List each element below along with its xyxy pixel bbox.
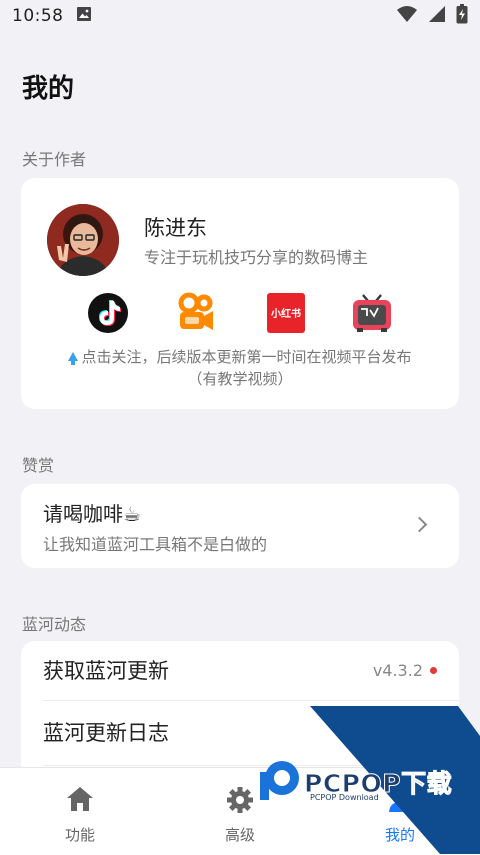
follow-hint: 点击关注，后续版本更新第一时间在视频平台发布 bbox=[21, 346, 459, 367]
signal-icon bbox=[428, 5, 446, 27]
coffee-reward-item[interactable]: 请喝咖啡☕ 让我知道蓝河工具箱不是白做的 bbox=[21, 484, 459, 568]
battery-icon bbox=[456, 4, 468, 28]
chevron-right-icon bbox=[411, 516, 428, 533]
wifi-icon bbox=[396, 5, 418, 27]
section-label-reward: 赞赏 bbox=[22, 456, 55, 475]
bilibili-icon[interactable] bbox=[351, 292, 393, 334]
platform-links: 小红书 bbox=[21, 292, 459, 338]
status-bar: 10:58 bbox=[0, 0, 480, 32]
pcpop-logo-icon bbox=[258, 758, 302, 802]
section-label-updates: 蓝河动态 bbox=[22, 615, 87, 634]
svg-text:小红书: 小红书 bbox=[270, 307, 301, 320]
author-name: 陈进东 bbox=[144, 216, 207, 240]
author-avatar[interactable] bbox=[47, 204, 119, 276]
get-update-label: 获取蓝河更新 bbox=[43, 659, 169, 683]
kuaishou-icon[interactable] bbox=[175, 292, 217, 334]
author-card: 陈进东 专注于玩机技巧分享的数码博主 小红书 点击关注，后续版本更新第一时间在视… bbox=[21, 178, 459, 409]
status-time: 10:58 bbox=[12, 6, 64, 26]
gallery-notification-icon bbox=[76, 6, 92, 26]
nav-label-features: 功能 bbox=[64, 826, 95, 844]
douyin-icon[interactable] bbox=[87, 292, 129, 334]
xiaohongshu-icon[interactable]: 小红书 bbox=[265, 292, 307, 334]
nav-label-advanced: 高级 bbox=[224, 826, 255, 844]
arrow-up-icon bbox=[68, 352, 79, 365]
follow-hint-text: 点击关注，后续版本更新第一时间在视频平台发布 bbox=[81, 348, 412, 366]
version-label: v4.3.2 bbox=[372, 661, 423, 680]
follow-hint-note: （有教学视频） bbox=[187, 370, 293, 388]
home-icon bbox=[62, 784, 98, 814]
watermark-sub: PCPOP Download bbox=[310, 793, 379, 802]
page-title: 我的 bbox=[22, 74, 75, 104]
get-update-item[interactable]: 获取蓝河更新 v4.3.2 bbox=[21, 641, 459, 701]
gear-icon bbox=[222, 784, 258, 814]
update-badge-dot bbox=[430, 667, 437, 674]
changelog-label: 蓝河更新日志 bbox=[43, 721, 169, 745]
reward-title: 请喝咖啡☕ bbox=[43, 502, 141, 526]
author-description: 专注于玩机技巧分享的数码博主 bbox=[144, 248, 369, 267]
reward-subtitle: 让我知道蓝河工具箱不是白做的 bbox=[43, 535, 268, 554]
nav-tab-features[interactable]: 功能 bbox=[0, 768, 160, 855]
watermark-logo: PCPOP下载 PCPOP Download bbox=[258, 758, 478, 806]
divider bbox=[43, 700, 459, 701]
section-label-about: 关于作者 bbox=[22, 150, 87, 169]
